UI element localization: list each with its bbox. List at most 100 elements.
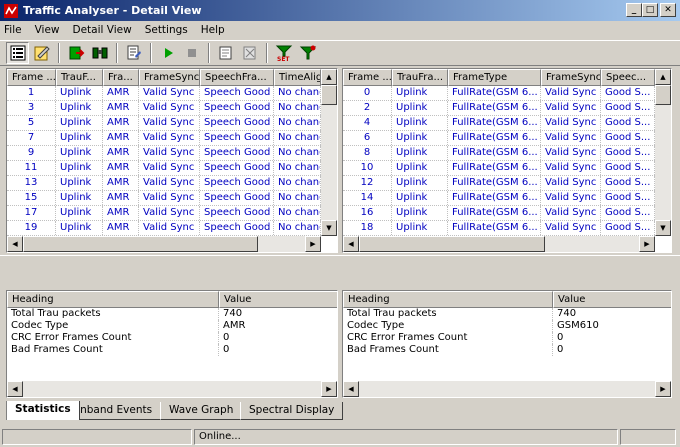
col-frame-type[interactable]: Fra... xyxy=(103,69,139,86)
scroll-right-button[interactable]: ▶ xyxy=(655,381,671,397)
scroll-right-button[interactable]: ▶ xyxy=(321,381,337,397)
table-row[interactable]: 1 Uplink AMR Valid Sync Speech Good No chang xyxy=(7,86,321,101)
stats-row[interactable]: Total Trau packets 740 xyxy=(343,308,671,320)
stop-button[interactable] xyxy=(180,42,203,64)
col-frame-number[interactable]: Frame ... xyxy=(343,69,392,86)
close-button[interactable]: ✕ xyxy=(660,3,676,17)
table-row[interactable]: 8 Uplink FullRate(GSM 6... Valid Sync Good S… xyxy=(343,146,655,161)
table-row[interactable]: 5 Uplink AMR Valid Sync Speech Good No chang xyxy=(7,116,321,131)
table-row[interactable]: 17 Uplink AMR Valid Sync Speech Good No chang xyxy=(7,206,321,221)
table-row[interactable]: 18 Uplink FullRate(GSM 6... Valid Sync Good … xyxy=(343,221,655,236)
col-frame-number[interactable]: Frame ... xyxy=(7,69,56,86)
table-row[interactable]: 3 Uplink AMR Valid Sync Speech Good No chang xyxy=(7,101,321,116)
list-view-button[interactable] xyxy=(6,42,29,64)
bottom-tab-strip: Inband Events Wave Graph Spectral Displa… xyxy=(0,401,680,422)
col-time-align[interactable]: TimeAlign xyxy=(274,69,321,86)
stats-row[interactable]: Codec Type AMR xyxy=(7,320,337,332)
report-button[interactable] xyxy=(214,42,237,64)
scroll-left-button[interactable]: ◀ xyxy=(343,381,359,397)
table-row[interactable]: 12 Uplink FullRate(GSM 6... Valid Sync Good … xyxy=(343,176,655,191)
col-frame-sync[interactable]: FrameSync xyxy=(139,69,200,86)
left-vertical-scrollbar[interactable]: ▲ ▼ xyxy=(321,69,337,236)
col-value[interactable]: Value xyxy=(219,291,337,308)
right-stats-rows: Total Trau packets 740 Codec Type GSM610 CRC… xyxy=(343,308,671,356)
scroll-left-button[interactable]: ◀ xyxy=(7,236,23,252)
filter-button[interactable] xyxy=(296,42,319,64)
menu-detail-view[interactable]: Detail View xyxy=(73,24,132,36)
edit-view-button[interactable] xyxy=(30,42,53,64)
tab-wave-graph[interactable]: Wave Graph xyxy=(160,402,243,420)
col-value[interactable]: Value xyxy=(553,291,671,308)
left-horizontal-scrollbar[interactable]: ◀ ▶ xyxy=(7,236,321,252)
play-button[interactable] xyxy=(156,42,179,64)
right-horizontal-scrollbar[interactable]: ◀ ▶ xyxy=(343,236,655,252)
minimize-button[interactable]: _ xyxy=(626,3,642,17)
scroll-thumb[interactable] xyxy=(359,236,545,252)
table-row[interactable]: 9 Uplink AMR Valid Sync Speech Good No chang xyxy=(7,146,321,161)
col-frame-type[interactable]: FrameType xyxy=(448,69,541,86)
scroll-up-button[interactable]: ▲ xyxy=(321,69,337,85)
scroll-down-button[interactable]: ▼ xyxy=(655,220,671,236)
set-filter-button[interactable]: SET xyxy=(272,42,295,64)
table-row[interactable]: 14 Uplink FullRate(GSM 6... Valid Sync Good … xyxy=(343,191,655,206)
col-heading[interactable]: Heading xyxy=(7,291,219,308)
left-stats-scrollbar[interactable]: ◀ ▶ xyxy=(7,381,337,397)
scroll-right-button[interactable]: ▶ xyxy=(305,236,321,252)
table-row[interactable]: 0 Uplink FullRate(GSM 6... Valid Sync Good S… xyxy=(343,86,655,101)
stats-row[interactable]: Bad Frames Count 0 xyxy=(343,344,671,356)
scroll-thumb[interactable] xyxy=(655,85,671,105)
stats-row[interactable]: Total Trau packets 740 xyxy=(7,308,337,320)
table-cell: No chang xyxy=(274,191,321,205)
stats-row[interactable]: Codec Type GSM610 xyxy=(343,320,671,332)
close-icon: ✕ xyxy=(664,4,672,15)
table-cell: Uplink xyxy=(56,116,103,130)
table-row[interactable]: 13 Uplink AMR Valid Sync Speech Good No chang xyxy=(7,176,321,191)
tab-spectral-display[interactable]: Spectral Display xyxy=(240,402,344,420)
menu-file[interactable]: File xyxy=(4,24,22,36)
properties-button[interactable] xyxy=(122,42,145,64)
col-speech-frame[interactable]: SpeechFra... xyxy=(200,69,274,86)
title-bar[interactable]: Traffic Analyser - Detail View xyxy=(0,0,680,21)
right-stats-scrollbar[interactable]: ◀ ▶ xyxy=(343,381,671,397)
table-cell: FullRate(GSM 6... xyxy=(448,116,541,130)
table-row[interactable]: 15 Uplink AMR Valid Sync Speech Good No chang xyxy=(7,191,321,206)
pane-splitter[interactable] xyxy=(0,255,680,289)
menu-view[interactable]: View xyxy=(35,24,60,36)
right-statistics-table[interactable]: Heading Value Total Trau packets 740 Codec… xyxy=(342,290,672,398)
stats-row[interactable]: CRC Error Frames Count 0 xyxy=(343,332,671,344)
scroll-thumb[interactable] xyxy=(321,85,337,105)
table-row[interactable]: 4 Uplink FullRate(GSM 6... Valid Sync Good S… xyxy=(343,116,655,131)
export-button[interactable] xyxy=(64,42,87,64)
left-statistics-table[interactable]: Heading Value Total Trau packets 740 Codec… xyxy=(6,290,338,398)
maximize-button[interactable]: □ xyxy=(642,3,658,17)
scroll-right-button[interactable]: ▶ xyxy=(639,236,655,252)
scroll-left-button[interactable]: ◀ xyxy=(7,381,23,397)
right-vertical-scrollbar[interactable]: ▲ ▼ xyxy=(655,69,671,236)
table-row[interactable]: 11 Uplink AMR Valid Sync Speech Good No chang xyxy=(7,161,321,176)
scroll-thumb[interactable] xyxy=(23,236,258,252)
stats-row[interactable]: Bad Frames Count 0 xyxy=(7,344,337,356)
col-heading[interactable]: Heading xyxy=(343,291,553,308)
scroll-down-button[interactable]: ▼ xyxy=(321,220,337,236)
col-frame-sync[interactable]: FrameSync xyxy=(541,69,601,86)
find-button[interactable] xyxy=(88,42,111,64)
scroll-up-button[interactable]: ▲ xyxy=(655,69,671,85)
table-row[interactable]: 10 Uplink FullRate(GSM 6... Valid Sync Good … xyxy=(343,161,655,176)
stats-row[interactable]: CRC Error Frames Count 0 xyxy=(7,332,337,344)
table-row[interactable]: 16 Uplink FullRate(GSM 6... Valid Sync Good … xyxy=(343,206,655,221)
col-trau-frame[interactable]: TrauFra... xyxy=(392,69,448,86)
col-trau-frame[interactable]: TrauF... xyxy=(56,69,103,86)
right-frame-table[interactable]: Frame ... TrauFra... FrameType FrameSync… xyxy=(342,68,672,253)
col-speech[interactable]: Speec... xyxy=(601,69,655,86)
tab-statistics[interactable]: Statistics xyxy=(6,401,80,420)
tab-inband-events[interactable]: Inband Events xyxy=(68,402,162,420)
menu-settings[interactable]: Settings xyxy=(145,24,188,36)
table-row[interactable]: 19 Uplink AMR Valid Sync Speech Good No chang xyxy=(7,221,321,236)
scroll-left-button[interactable]: ◀ xyxy=(343,236,359,252)
table-row[interactable]: 6 Uplink FullRate(GSM 6... Valid Sync Good S… xyxy=(343,131,655,146)
menu-help[interactable]: Help xyxy=(201,24,225,36)
left-frame-table[interactable]: Frame ... TrauF... Fra... FrameSync Spee… xyxy=(6,68,338,253)
clear-button[interactable] xyxy=(238,42,261,64)
table-row[interactable]: 2 Uplink FullRate(GSM 6... Valid Sync Good S… xyxy=(343,101,655,116)
table-row[interactable]: 7 Uplink AMR Valid Sync Speech Good No chang xyxy=(7,131,321,146)
